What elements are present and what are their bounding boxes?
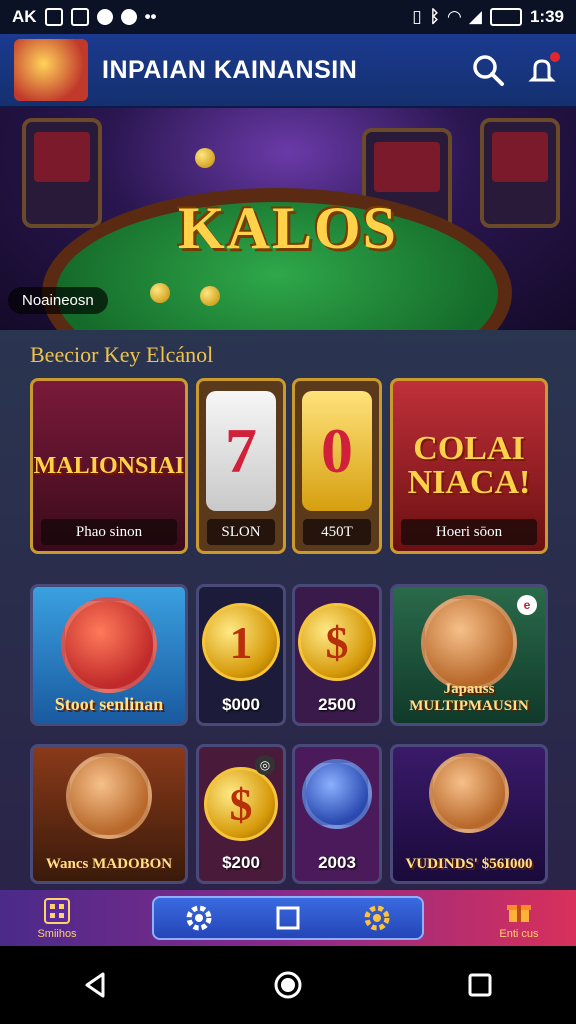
game-label: Phao sinon xyxy=(41,519,177,545)
app-title: INPAIAN KAINANSIN xyxy=(102,55,358,84)
explorer-character-icon xyxy=(421,595,517,691)
vibrate-icon: ▯ xyxy=(412,7,422,26)
grid-icon xyxy=(44,897,70,924)
notification-dot-icon xyxy=(96,9,113,25)
notifications-button[interactable] xyxy=(522,50,562,90)
game-icon xyxy=(70,8,89,26)
coin-icon xyxy=(150,283,170,303)
game-label: Wancs MADOBON xyxy=(45,856,173,872)
status-left-label: AK xyxy=(12,7,37,26)
system-nav-bar xyxy=(0,946,576,1024)
coin-icon: 1 xyxy=(202,603,280,681)
coin-icon xyxy=(195,148,215,168)
recents-square-icon xyxy=(468,973,492,997)
app-header: INPAIAN KAINANSIN xyxy=(0,34,576,108)
game-tile[interactable]: $ ◎ $200 xyxy=(196,744,286,884)
recents-button[interactable] xyxy=(450,955,510,1015)
game-amount: $000 xyxy=(222,695,260,714)
search-icon xyxy=(473,55,504,86)
coin-icon: $ xyxy=(204,767,278,841)
game-tile[interactable]: 1 $000 xyxy=(196,584,286,726)
woman-character-icon xyxy=(66,753,152,839)
square-icon xyxy=(276,906,300,930)
notification-dot-icon xyxy=(120,9,137,25)
image-icon xyxy=(44,8,63,26)
more-dots-icon: •• xyxy=(144,7,157,26)
game-label: Hoeri sōon xyxy=(401,519,537,545)
game-tile[interactable]: Wancs MADOBON xyxy=(30,744,188,884)
slot-reel: 7 xyxy=(206,391,276,511)
cat-character-icon xyxy=(302,759,372,829)
game-label: VUDINDS' $56I000 xyxy=(405,856,533,872)
coin-icon xyxy=(200,286,220,306)
settings-button[interactable] xyxy=(179,898,219,938)
back-triangle-icon xyxy=(85,972,105,998)
signal-icon: ◢ xyxy=(468,7,482,26)
clock: 1:39 xyxy=(529,7,564,26)
game-tile[interactable]: 0 450T xyxy=(292,378,382,554)
app-logo-icon[interactable] xyxy=(14,39,88,101)
games-section: Beecior Key Elcánol MALIONSIAI Phao sino… xyxy=(0,330,576,890)
nav-entries-label: Enti cus xyxy=(499,927,539,940)
game-tile[interactable]: 7 SLON xyxy=(196,378,286,554)
gear-icon xyxy=(186,905,212,931)
wifi-icon: ◠ xyxy=(447,7,461,26)
game-tile[interactable]: Stoot senlinan xyxy=(30,584,188,726)
notification-badge xyxy=(550,52,560,62)
coin-icon: $ xyxy=(298,603,376,681)
nav-games-label: Smiihos xyxy=(37,927,77,940)
man-character-icon xyxy=(429,753,509,833)
game-tile[interactable]: COLAI NIACA! Hoeri sōon xyxy=(390,378,548,554)
home-square-button[interactable] xyxy=(268,898,308,938)
home-button[interactable] xyxy=(258,955,318,1015)
home-circle-icon xyxy=(274,971,302,999)
info-badge-icon: ◎ xyxy=(255,755,275,775)
game-tile[interactable]: 2003 xyxy=(292,744,382,884)
battery-icon xyxy=(489,8,522,26)
status-bar: AK •• ▯ ᛒ ◠ ◢ 1:39 xyxy=(0,0,576,34)
back-button[interactable] xyxy=(66,955,126,1015)
nav-games[interactable]: Smiihos xyxy=(12,897,102,940)
game-label: Japauss MULTIPMAUSIN xyxy=(409,681,529,714)
section-title: Beecior Key Elcánol xyxy=(30,342,214,367)
info-badge-icon: e xyxy=(517,595,537,615)
game-tile[interactable]: $ 2500 xyxy=(292,584,382,726)
game-label: SLON xyxy=(207,519,275,545)
game-art-title: MALIONSIAI xyxy=(33,453,185,479)
game-tile[interactable]: MALIONSIAI Phao sinon xyxy=(30,378,188,554)
game-amount: $200 xyxy=(222,853,260,872)
gold-gear-icon xyxy=(364,905,390,931)
search-button[interactable] xyxy=(468,50,508,90)
fox-character-icon xyxy=(61,597,157,693)
game-tile[interactable]: VUDINDS' $56I000 xyxy=(390,744,548,884)
bottom-nav: Smiihos Enti cus xyxy=(0,890,576,946)
game-label: Stoot senlinan xyxy=(54,694,164,714)
game-art-title: COLAI NIACA! xyxy=(407,430,531,501)
game-label: 450T xyxy=(303,519,371,545)
bluetooth-icon: ᛒ xyxy=(429,7,440,26)
slot-reel: 0 xyxy=(302,391,372,511)
hero-banner[interactable]: KALOS Noaineosn xyxy=(0,108,576,330)
hero-title: KALOS xyxy=(177,195,399,261)
game-amount: 2500 xyxy=(318,695,356,714)
nav-pill xyxy=(152,896,424,940)
nav-entries[interactable]: Enti cus xyxy=(474,897,564,940)
game-amount: 2003 xyxy=(318,853,356,872)
gift-icon xyxy=(507,904,531,922)
rewards-button[interactable] xyxy=(357,898,397,938)
hero-caption: Noaineosn xyxy=(8,287,108,314)
game-tile[interactable]: e Japauss MULTIPMAUSIN xyxy=(390,584,548,726)
